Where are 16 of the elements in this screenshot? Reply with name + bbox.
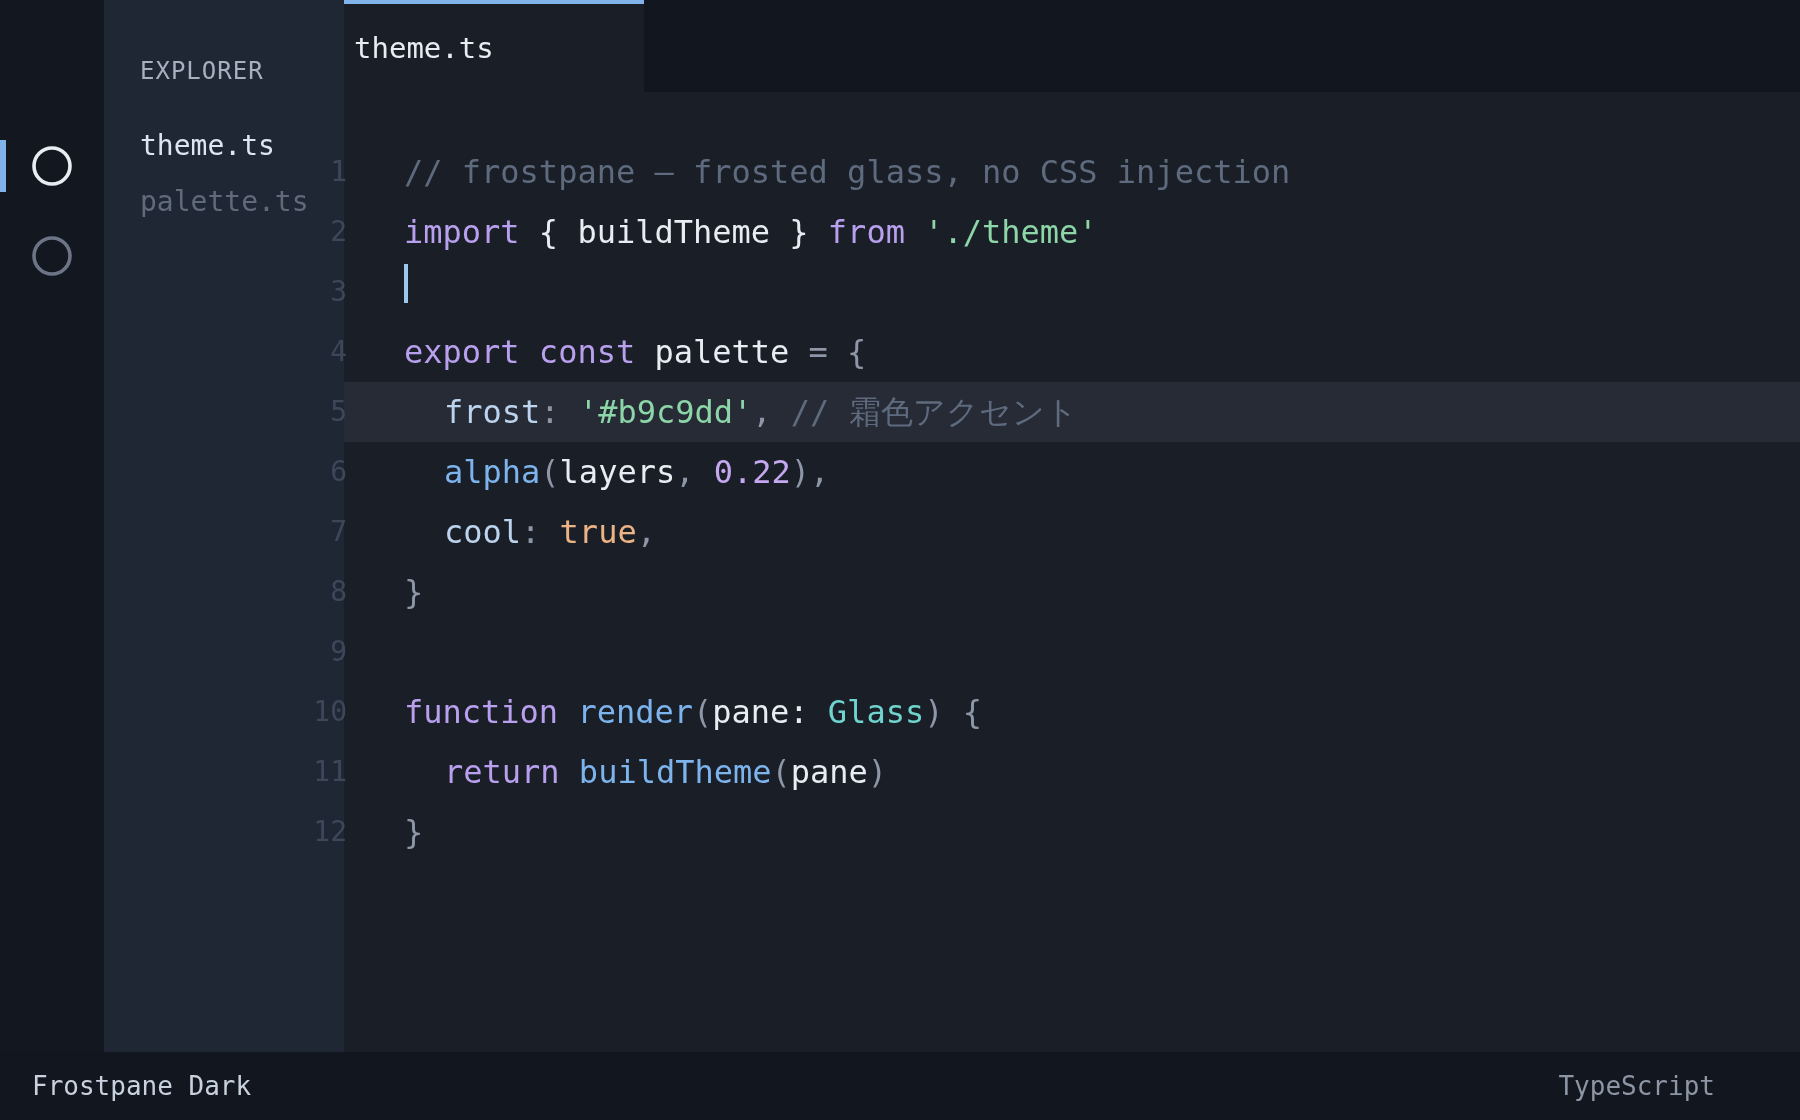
code-line: return buildTheme(pane): [444, 752, 888, 792]
code-line: // frostpane — frosted glass, no CSS injection: [404, 152, 1291, 192]
code-line: function render(pane: Glass) {: [404, 692, 982, 732]
code-line: frost: '#b9c9dd', // 霜色アクセント: [444, 392, 1078, 432]
code-line: cool: true,: [444, 512, 656, 552]
code-line: }: [404, 812, 424, 852]
language-mode: TypeScript: [1558, 1071, 1715, 1101]
code-line: alpha(layers, 0.22),: [444, 452, 830, 492]
code-line: export const palette = {: [404, 332, 867, 372]
file-item[interactable]: theme.ts: [140, 126, 275, 166]
selection-indicator: [0, 140, 6, 192]
code-line: import { buildTheme } from './theme': [404, 212, 1098, 252]
theme-name: Frostpane Dark: [32, 1071, 252, 1101]
explorer-heading: EXPLORER: [140, 57, 264, 85]
editor-tab[interactable]: theme.ts: [344, 0, 644, 92]
code-line: }: [404, 572, 424, 612]
